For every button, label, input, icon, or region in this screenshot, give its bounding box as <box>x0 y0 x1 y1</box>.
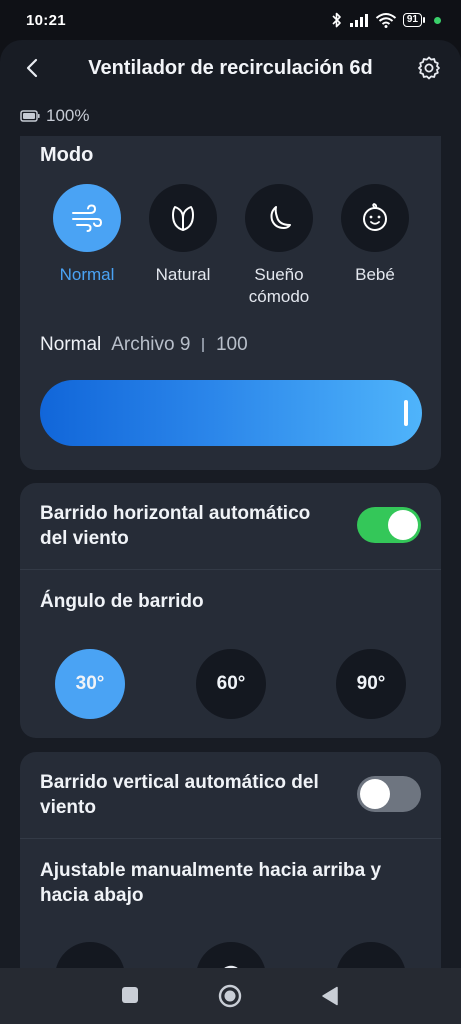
vertical-sweep-toggle[interactable] <box>357 776 421 812</box>
mode-sleep[interactable]: Sueño cómodo <box>231 184 327 308</box>
horizontal-sweep-label: Barrido horizontal automático del viento <box>40 503 311 549</box>
target-icon <box>224 965 238 968</box>
wind-icon <box>72 204 103 232</box>
mode-natural-circle[interactable] <box>149 184 217 252</box>
back-nav-button[interactable] <box>321 986 339 1011</box>
divider <box>20 569 441 570</box>
speed-slider-thumb[interactable] <box>404 400 408 426</box>
angle-30-button[interactable]: 30° <box>55 649 125 719</box>
mode-normal[interactable]: Normal <box>39 184 135 308</box>
baby-face-icon <box>363 203 387 231</box>
manual-adjust-title: Ajustable manualmente hacia arriba y hac… <box>40 860 382 906</box>
speed-value: 100 <box>215 334 248 355</box>
recents-button[interactable] <box>121 986 139 1009</box>
mode-natural[interactable]: Natural <box>135 184 231 308</box>
speed-info: Normal Archivo 9 100 <box>40 334 248 356</box>
sweep-angle-selector: 30° 60° 90° <box>20 649 441 719</box>
device-battery-row: 100% <box>0 96 461 136</box>
mode-normal-circle[interactable] <box>53 184 121 252</box>
horizontal-sweep-toggle[interactable] <box>357 507 421 543</box>
system-nav-bar <box>0 968 461 1024</box>
privacy-dot-icon <box>434 16 441 24</box>
leaf-icon <box>172 206 194 231</box>
sweep-angle-title: Ángulo de barrido <box>40 591 204 612</box>
gear-icon <box>418 56 440 80</box>
home-circle-icon <box>218 984 242 1008</box>
chevron-left-icon <box>26 58 38 78</box>
phone-battery-indicator: 91 <box>402 13 426 27</box>
current-mode-name: Normal <box>40 334 102 355</box>
status-bar: 10:21 91 <box>0 0 461 40</box>
file-label: Archivo 9 <box>111 334 191 355</box>
horizontal-sweep-card: Barrido horizontal automático del viento… <box>20 483 441 738</box>
header: Ventilador de recirculación 6d <box>0 40 461 96</box>
mode-natural-label: Natural <box>155 265 211 284</box>
speed-separator <box>202 338 204 352</box>
mode-card: Modo Normal Natural Sueño cómodo Bebé No… <box>20 136 441 470</box>
vertical-option-button[interactable] <box>336 942 406 968</box>
mode-sleep-circle[interactable] <box>245 184 313 252</box>
vertical-sweep-label: Barrido vertical automático del viento <box>40 772 319 818</box>
vertical-sweep-card: Barrido vertical automático del viento A… <box>20 752 441 968</box>
speed-slider[interactable] <box>40 380 422 446</box>
mode-normal-label: Normal <box>59 265 115 284</box>
bluetooth-icon <box>332 12 341 28</box>
battery-icon <box>20 110 40 122</box>
divider <box>20 838 441 839</box>
mode-sleep-label: Sueño cómodo <box>248 265 310 306</box>
angle-90-button[interactable]: 90° <box>336 649 406 719</box>
app-screen: Ventilador de recirculación 6d 100% Modo <box>0 40 461 968</box>
settings-button[interactable] <box>415 54 443 82</box>
toggle-knob <box>360 779 390 809</box>
signal-icon <box>349 14 368 27</box>
home-button[interactable] <box>218 984 242 1013</box>
mode-section-title: Modo <box>40 144 94 166</box>
wifi-icon <box>375 13 397 28</box>
mode-selector: Normal Natural Sueño cómodo Bebé <box>20 184 441 308</box>
status-icons: 91 <box>331 12 441 28</box>
status-time: 10:21 <box>26 11 66 29</box>
triangle-back-icon <box>322 986 338 1006</box>
mode-baby[interactable]: Bebé <box>327 184 423 308</box>
device-battery-level: 100% <box>46 106 90 125</box>
mode-baby-label: Bebé <box>355 265 395 284</box>
angle-60-button[interactable]: 60° <box>196 649 266 719</box>
vertical-option-button[interactable] <box>196 942 266 968</box>
square-icon <box>122 987 138 1003</box>
moon-icon <box>270 206 291 229</box>
back-button[interactable] <box>18 54 46 82</box>
page-title: Ventilador de recirculación 6d <box>88 56 373 79</box>
mode-baby-circle[interactable] <box>341 184 409 252</box>
toggle-knob <box>388 510 418 540</box>
vertical-option-button[interactable] <box>55 942 125 968</box>
